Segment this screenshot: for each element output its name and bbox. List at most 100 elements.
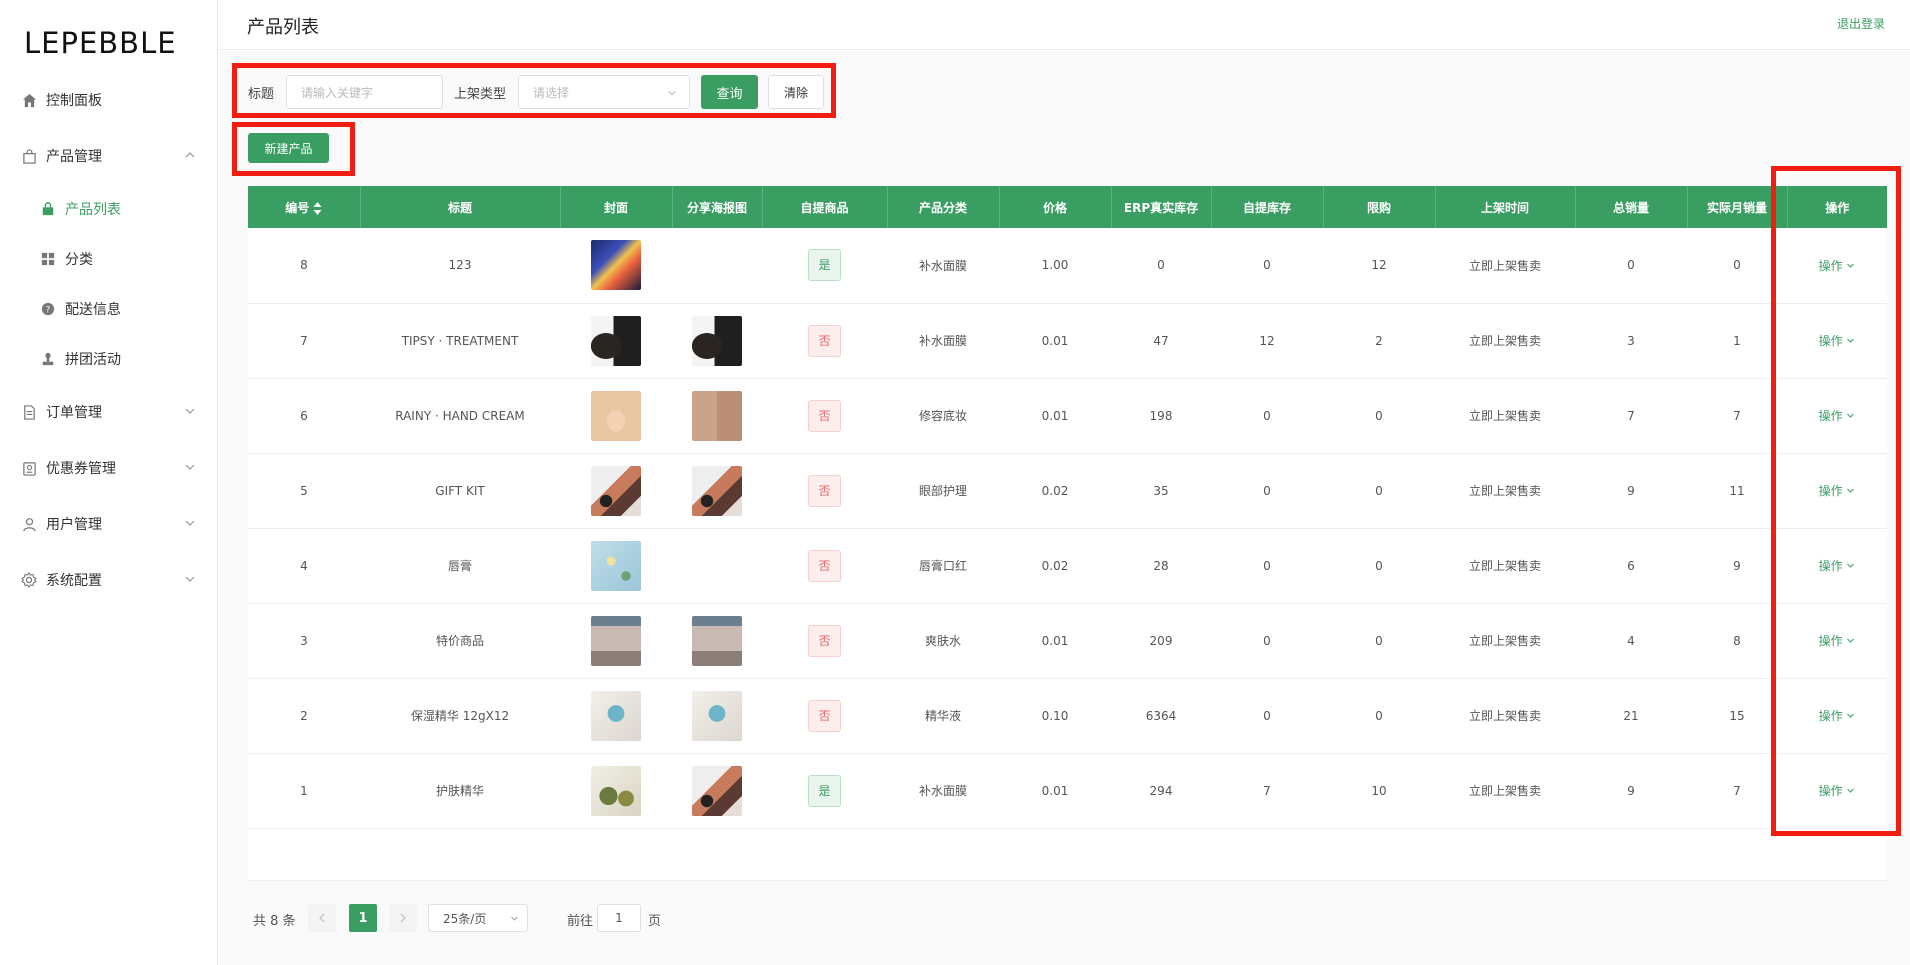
header-total-sales: 总销量 [1575,186,1688,228]
cell-erp-stock: 209 [1111,603,1211,679]
cell-id: 8 [248,228,360,304]
cell-cover [560,453,672,529]
cell-category: 精华液 [887,678,999,754]
sidebar-item-label: 拼团活动 [65,352,121,368]
cell-title: RAINY · HAND CREAM [360,378,560,454]
cover-image [591,765,641,816]
cell-category: 补水面膜 [887,303,999,379]
cell-category: 修容底妆 [887,378,999,454]
chevron-down-icon [185,408,195,414]
chevron-down-icon [185,464,195,470]
title-filter-label: 标题 [248,87,275,102]
cell-category: 补水面膜 [887,228,999,304]
total-count: 共 8 条 [253,914,296,929]
header-id[interactable]: 编号 [248,186,361,228]
table-row: 8 123 是 补水面膜 1.00 0 0 12 立即上架售卖 0 0 操作 [248,228,1887,304]
cell-self-pickup: 否 [762,378,887,454]
cell-category: 爽肤水 [887,603,999,679]
sort-icon[interactable] [313,201,322,215]
next-page-button[interactable] [389,904,417,932]
sidebar-item-label: 产品列表 [65,202,121,218]
cell-pickup-stock: 0 [1211,603,1323,679]
cover-image [591,240,641,291]
home-icon [20,91,38,109]
self-pickup-tag: 否 [808,699,841,732]
cell-shelf-time: 立即上架售卖 [1435,603,1575,679]
cell-price: 0.01 [999,753,1111,829]
header-self-pickup: 自提商品 [762,186,888,228]
action-column-highlight-box [1771,166,1901,836]
poster-image [692,390,742,441]
shopping-bag-icon [40,201,56,217]
goto-page-input[interactable]: 1 [597,904,641,932]
cell-id: 7 [248,303,360,379]
prev-page-button[interactable] [308,904,336,932]
cell-poster [672,753,762,829]
cell-erp-stock: 35 [1111,453,1211,529]
cell-price: 0.01 [999,378,1111,454]
table-row: 7 TIPSY · TREATMENT 否 补水面膜 0.01 47 12 2 … [248,303,1887,379]
sidebar-item-label: 订单管理 [46,405,102,421]
cell-price: 1.00 [999,228,1111,304]
cover-image [591,315,641,366]
cell-limit: 0 [1323,528,1435,604]
cell-id: 3 [248,603,360,679]
cell-shelf-time: 立即上架售卖 [1435,678,1575,754]
cell-limit: 10 [1323,753,1435,829]
header-poster: 分享海报图 [672,186,763,228]
goto-label: 前往 [567,914,594,929]
cell-category: 唇膏口红 [887,528,999,604]
cell-poster [672,603,762,679]
type-select[interactable]: 请选择 [518,75,690,109]
cell-total-sales: 0 [1575,228,1687,304]
cell-price: 0.02 [999,453,1111,529]
chevron-left-icon [319,913,325,923]
cell-erp-stock: 28 [1111,528,1211,604]
header-title: 标题 [360,186,561,228]
cell-poster [672,228,762,304]
cell-shelf-time: 立即上架售卖 [1435,753,1575,829]
cell-id: 2 [248,678,360,754]
poster-image [692,690,742,741]
sidebar-item-category[interactable]: 分类 [0,244,218,274]
sidebar-item-user-management[interactable]: 用户管理 [0,509,218,539]
new-product-button[interactable]: 新建产品 [248,133,329,163]
sidebar-item-product-management[interactable]: 产品管理 [0,141,218,171]
poster-image [692,315,742,366]
header-label: 编号 [285,200,310,215]
sidebar-item-coupon-management[interactable]: 优惠券管理 [0,453,218,483]
cell-total-sales: 7 [1575,378,1687,454]
cell-cover [560,753,672,829]
sidebar-item-label: 控制面板 [46,93,102,109]
cell-pickup-stock: 0 [1211,678,1323,754]
table-row: 3 特价商品 否 爽肤水 0.01 209 0 0 立即上架售卖 4 8 操作 [248,603,1887,679]
cell-limit: 12 [1323,228,1435,304]
cell-cover [560,603,672,679]
title-search-input[interactable]: 请输入关键字 [286,75,443,109]
sidebar-item-product-list[interactable]: 产品列表 [0,194,218,224]
table-row: 6 RAINY · HAND CREAM 否 修容底妆 0.01 198 0 0… [248,378,1887,454]
logout-link[interactable]: 退出登录 [1837,15,1885,32]
cell-shelf-time: 立即上架售卖 [1435,303,1575,379]
sidebar-item-order-management[interactable]: 订单管理 [0,397,218,427]
page-suffix: 页 [648,914,662,929]
sidebar-item-group-buy[interactable]: 拼团活动 [0,344,218,374]
sidebar-item-delivery[interactable]: ? 配送信息 [0,294,218,324]
cell-erp-stock: 294 [1111,753,1211,829]
page-size-select[interactable]: 25条/页 [428,904,528,932]
cell-title: TIPSY · TREATMENT [360,303,560,379]
cell-id: 5 [248,453,360,529]
sidebar-item-system-config[interactable]: 系统配置 [0,565,218,595]
cell-title: 唇膏 [360,528,560,604]
sidebar-item-dashboard[interactable]: 控制面板 [0,85,218,115]
table-header-row: 编号 标题 封面 分享海报图 自提商品 产品分类 价格 ERP真实库存 自提库存… [248,186,1887,228]
cell-total-sales: 9 [1575,453,1687,529]
query-button[interactable]: 查询 [701,75,758,109]
cell-id: 6 [248,378,360,454]
cell-limit: 2 [1323,303,1435,379]
page-number-button[interactable]: 1 [349,904,377,932]
cell-price: 0.01 [999,303,1111,379]
cover-image [591,540,641,591]
clear-button[interactable]: 清除 [768,75,824,109]
poster-image [692,465,742,516]
